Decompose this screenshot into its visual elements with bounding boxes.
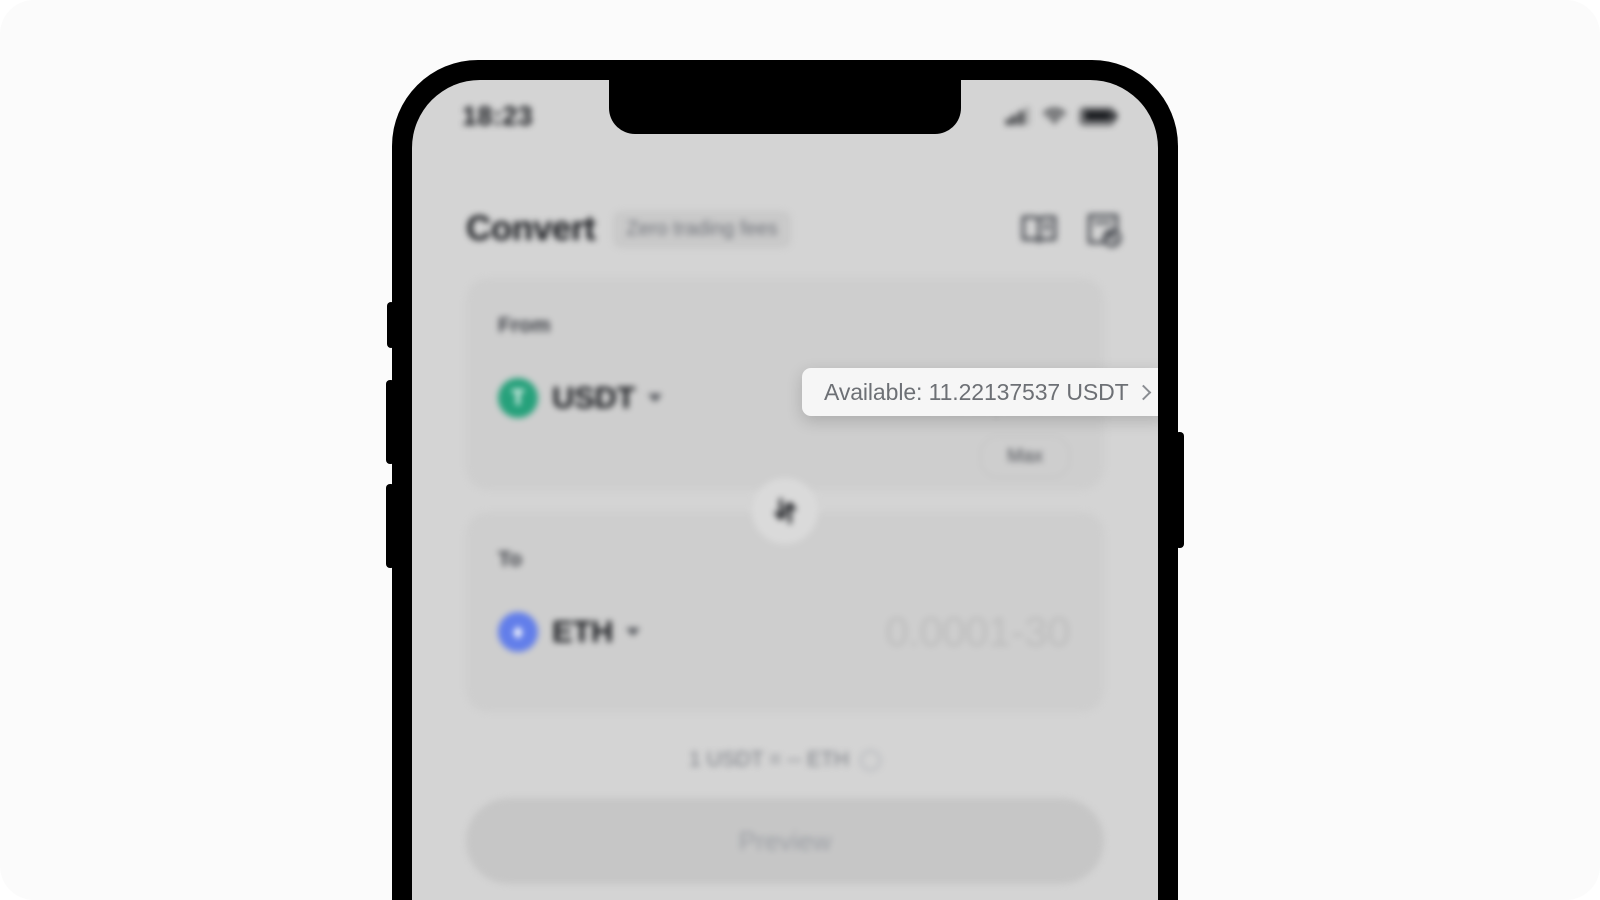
available-balance-tooltip[interactable]: Available: 11.22137537 USDT: [802, 368, 1158, 416]
usdt-glyph: T: [511, 385, 525, 410]
phone-screen: 18:23 Convert Zero trading fees From T U…: [412, 80, 1158, 900]
status-bar-icons: [1005, 107, 1114, 126]
zero-fees-badge: Zero trading fees: [613, 210, 791, 248]
eth-coin-icon: ♦: [498, 612, 538, 652]
phone-volume-up-button[interactable]: [386, 380, 395, 464]
phone-frame: 18:23 Convert Zero trading fees From T U…: [386, 60, 1184, 900]
to-label: To: [498, 548, 523, 571]
from-coin-symbol[interactable]: USDT: [552, 380, 635, 416]
to-coin-symbol[interactable]: ETH: [552, 614, 613, 650]
guide-book-icon[interactable]: [1018, 208, 1060, 250]
signal-bars-icon: [1005, 107, 1029, 125]
chevron-right-icon: [1135, 384, 1151, 400]
order-history-icon[interactable]: [1082, 208, 1124, 250]
swap-direction-icon: [774, 498, 797, 524]
exchange-rate-text: 1 USDT = -- ETH: [688, 748, 850, 771]
refresh-spinner-icon[interactable]: [860, 749, 882, 771]
phone-volume-down-button[interactable]: [386, 484, 395, 568]
phone-notch: [609, 80, 961, 134]
status-bar-time: 18:23: [462, 100, 534, 131]
chevron-down-icon[interactable]: [648, 394, 663, 402]
battery-icon: [1080, 107, 1114, 125]
wifi-icon: [1043, 107, 1066, 123]
usdt-coin-icon: T: [498, 378, 538, 418]
available-balance-text: Available: 11.22137537 USDT: [824, 378, 1129, 405]
chevron-down-icon[interactable]: [626, 628, 641, 636]
to-asset-row: ♦ ETH 0.0001-30: [498, 608, 1070, 656]
header-actions: [1018, 208, 1124, 250]
from-label: From: [498, 314, 551, 337]
eth-glyph: ♦: [512, 619, 524, 644]
page-title: Convert: [466, 209, 596, 248]
max-button[interactable]: Max: [980, 436, 1070, 478]
max-row: Max: [498, 436, 1070, 478]
phone-power-button[interactable]: [1175, 432, 1184, 548]
preview-button[interactable]: Preview: [466, 798, 1104, 884]
screenshot-canvas: 18:23 Convert Zero trading fees From T U…: [0, 0, 1600, 900]
to-amount-input[interactable]: 0.0001-30: [885, 608, 1070, 656]
swap-direction-button[interactable]: [752, 478, 818, 544]
app-content-blurred: 18:23 Convert Zero trading fees From T U…: [412, 80, 1158, 900]
rate-row: 1 USDT = -- ETH: [466, 748, 1104, 772]
app-header: Convert Zero trading fees: [412, 192, 1158, 266]
phone-mute-switch[interactable]: [387, 302, 395, 348]
